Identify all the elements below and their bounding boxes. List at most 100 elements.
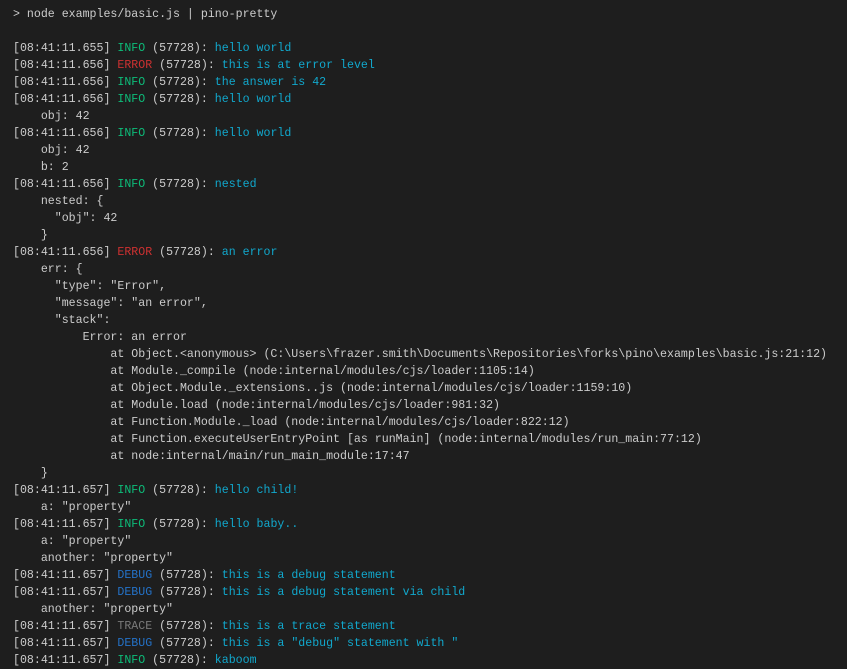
log-detail-text: at Function.Module._load (node:internal/…	[13, 416, 570, 429]
log-detail-text: at Function.executeUserEntryPoint [as ru…	[13, 433, 702, 446]
log-timestamp: [08:41:11.656]	[13, 59, 117, 72]
log-detail-line: at Function.Module._load (node:internal/…	[13, 414, 847, 431]
log-pid: (57728):	[145, 178, 215, 191]
log-detail-text: err: {	[13, 263, 83, 276]
log-timestamp: [08:41:11.657]	[13, 637, 117, 650]
log-timestamp: [08:41:11.656]	[13, 76, 117, 89]
log-level-info: INFO	[117, 76, 145, 89]
log-detail-text: Error: an error	[13, 331, 187, 344]
log-level-debug: DEBUG	[117, 569, 152, 582]
log-detail-line: a: "property"	[13, 533, 847, 550]
log-detail-text: another: "property"	[13, 552, 173, 565]
log-detail-text: }	[13, 467, 48, 480]
log-level-info: INFO	[117, 518, 145, 531]
log-line: [08:41:11.657] DEBUG (57728): this is a …	[13, 635, 847, 652]
log-pid: (57728):	[145, 484, 215, 497]
log-timestamp: [08:41:11.656]	[13, 246, 117, 259]
log-line: [08:41:11.657] DEBUG (57728): this is a …	[13, 567, 847, 584]
log-detail-text: obj: 42	[13, 110, 90, 123]
log-detail-text: another: "property"	[13, 603, 173, 616]
log-message: hello world	[215, 42, 292, 55]
log-timestamp: [08:41:11.655]	[13, 42, 117, 55]
log-detail-line: a: "property"	[13, 499, 847, 516]
log-pid: (57728):	[145, 127, 215, 140]
log-detail-text: nested: {	[13, 195, 103, 208]
log-level-info: INFO	[117, 42, 145, 55]
log-message: hello baby..	[215, 518, 299, 531]
log-pid: (57728):	[145, 76, 215, 89]
log-pid: (57728):	[152, 246, 222, 259]
log-line: [08:41:11.656] ERROR (57728): an error	[13, 244, 847, 261]
log-pid: (57728):	[152, 637, 222, 650]
log-pid: (57728):	[152, 586, 222, 599]
log-detail-line: "message": "an error",	[13, 295, 847, 312]
log-message: this is at error level	[222, 59, 375, 72]
log-message: this is a trace statement	[222, 620, 396, 633]
log-line: [08:41:11.656] INFO (57728): hello world	[13, 91, 847, 108]
log-timestamp: [08:41:11.657]	[13, 569, 117, 582]
log-message: an error	[222, 246, 278, 259]
log-detail-text: "message": "an error",	[13, 297, 208, 310]
log-detail-line: }	[13, 465, 847, 482]
log-level-debug: DEBUG	[117, 637, 152, 650]
log-detail-text: b: 2	[13, 161, 69, 174]
log-line: [08:41:11.657] INFO (57728): kaboom	[13, 652, 847, 669]
log-line: [08:41:11.655] INFO (57728): hello world	[13, 40, 847, 57]
log-message: this is a debug statement via child	[222, 586, 466, 599]
log-pid: (57728):	[152, 59, 222, 72]
log-detail-line: b: 2	[13, 159, 847, 176]
log-level-info: INFO	[117, 654, 145, 667]
log-level-error: ERROR	[117, 59, 152, 72]
log-detail-text: at Object.Module._extensions..js (node:i…	[13, 382, 632, 395]
log-detail-text: a: "property"	[13, 501, 131, 514]
log-level-trace: TRACE	[117, 620, 152, 633]
log-message: hello child!	[215, 484, 299, 497]
log-message: hello world	[215, 127, 292, 140]
log-detail-text: "type": "Error",	[13, 280, 166, 293]
log-detail-line: at node:internal/main/run_main_module:17…	[13, 448, 847, 465]
log-detail-line: "obj": 42	[13, 210, 847, 227]
log-detail-text: at Object.<anonymous> (C:\Users\frazer.s…	[13, 348, 827, 361]
log-timestamp: [08:41:11.656]	[13, 178, 117, 191]
log-level-info: INFO	[117, 178, 145, 191]
log-timestamp: [08:41:11.657]	[13, 654, 117, 667]
log-timestamp: [08:41:11.656]	[13, 127, 117, 140]
log-timestamp: [08:41:11.656]	[13, 93, 117, 106]
log-detail-line: obj: 42	[13, 108, 847, 125]
log-detail-text: "obj": 42	[13, 212, 117, 225]
log-pid: (57728):	[152, 569, 222, 582]
log-pid: (57728):	[145, 93, 215, 106]
terminal[interactable]: > node examples/basic.js | pino-pretty [0…	[0, 0, 847, 669]
log-level-info: INFO	[117, 484, 145, 497]
log-detail-line: obj: 42	[13, 142, 847, 159]
log-message: the answer is 42	[215, 76, 326, 89]
log-line: [08:41:11.656] INFO (57728): hello world	[13, 125, 847, 142]
log-detail-line: "type": "Error",	[13, 278, 847, 295]
log-level-info: INFO	[117, 93, 145, 106]
log-detail-text: }	[13, 229, 48, 242]
log-detail-text: obj: 42	[13, 144, 90, 157]
log-pid: (57728):	[145, 518, 215, 531]
log-detail-line: another: "property"	[13, 550, 847, 567]
log-level-debug: DEBUG	[117, 586, 152, 599]
log-timestamp: [08:41:11.657]	[13, 620, 117, 633]
log-detail-text: "stack":	[13, 314, 110, 327]
log-pid: (57728):	[152, 620, 222, 633]
prompt-text: > node examples/basic.js | pino-pretty	[13, 8, 277, 21]
log-detail-line: "stack":	[13, 312, 847, 329]
log-line: [08:41:11.657] TRACE (57728): this is a …	[13, 618, 847, 635]
log-detail-line: at Object.Module._extensions..js (node:i…	[13, 380, 847, 397]
log-timestamp: [08:41:11.657]	[13, 484, 117, 497]
log-message: hello world	[215, 93, 292, 106]
log-detail-line: another: "property"	[13, 601, 847, 618]
log-timestamp: [08:41:11.657]	[13, 586, 117, 599]
log-pid: (57728):	[145, 654, 215, 667]
log-line: [08:41:11.656] INFO (57728): nested	[13, 176, 847, 193]
log-message: this is a debug statement	[222, 569, 396, 582]
prompt-line: > node examples/basic.js | pino-pretty	[13, 6, 847, 23]
log-line: [08:41:11.657] DEBUG (57728): this is a …	[13, 584, 847, 601]
log-detail-line: at Object.<anonymous> (C:\Users\frazer.s…	[13, 346, 847, 363]
terminal-output: > node examples/basic.js | pino-pretty [0…	[13, 6, 847, 669]
log-line: [08:41:11.657] INFO (57728): hello child…	[13, 482, 847, 499]
log-message: kaboom	[215, 654, 257, 667]
